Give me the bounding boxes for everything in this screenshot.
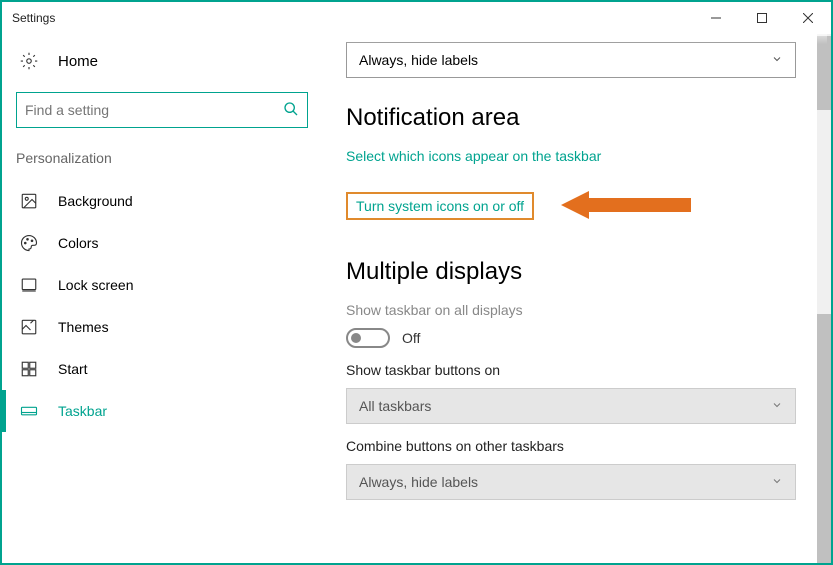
search-field[interactable] (25, 102, 283, 118)
multiple-displays-heading: Multiple displays (346, 258, 811, 286)
chevron-down-icon (771, 474, 783, 490)
main-panel: Always, hide labels Notification area Se… (322, 34, 831, 563)
home-button[interactable]: Home (12, 42, 312, 80)
sidebar-item-label: Taskbar (58, 403, 107, 419)
sidebar-item-label: Background (58, 193, 133, 209)
dropdown-value: Always, hide labels (359, 52, 478, 68)
scrollbar-thumb-bottom[interactable] (817, 314, 831, 563)
sidebar-item-taskbar[interactable]: Taskbar (2, 390, 312, 432)
combine-other-dropdown[interactable]: Always, hide labels (346, 464, 796, 500)
gear-icon (20, 52, 40, 70)
sidebar-item-background[interactable]: Background (2, 180, 312, 222)
turn-system-icons-link[interactable]: Turn system icons on or off (346, 192, 534, 220)
chevron-down-icon (771, 52, 783, 68)
chevron-down-icon (771, 398, 783, 414)
dropdown-value: Always, hide labels (359, 474, 478, 490)
arrow-annotation (561, 192, 691, 218)
scrollbar-thumb-top[interactable] (817, 36, 831, 110)
scroll-shadow (322, 34, 827, 44)
search-icon (283, 101, 299, 120)
select-icons-link[interactable]: Select which icons appear on the taskbar (346, 148, 601, 164)
minimize-button[interactable] (693, 2, 739, 34)
palette-icon (20, 234, 40, 252)
taskbar-icon (20, 402, 40, 420)
show-all-displays-label: Show taskbar on all displays (346, 302, 811, 318)
image-icon (20, 192, 40, 210)
top-combine-dropdown[interactable]: Always, hide labels (346, 42, 796, 78)
themes-icon (20, 318, 40, 336)
show-all-displays-toggle-row: Off (346, 328, 811, 348)
category-label: Personalization (12, 150, 312, 166)
window-title: Settings (12, 11, 55, 25)
window-controls (693, 2, 831, 34)
lock-screen-icon (20, 276, 40, 294)
toggle-knob (351, 333, 361, 343)
arrow-head (561, 191, 589, 219)
sidebar-item-label: Themes (58, 319, 109, 335)
start-icon (20, 360, 40, 378)
scrollbar[interactable] (817, 34, 831, 563)
home-label: Home (58, 53, 98, 70)
sidebar-item-themes[interactable]: Themes (2, 306, 312, 348)
show-buttons-on-dropdown[interactable]: All taskbars (346, 388, 796, 424)
sidebar-item-colors[interactable]: Colors (2, 222, 312, 264)
notification-area-heading: Notification area (346, 104, 811, 132)
sidebar: Home Personalization Background Colors (2, 34, 322, 563)
close-button[interactable] (785, 2, 831, 34)
arrow-shaft (589, 198, 691, 212)
show-all-displays-toggle[interactable] (346, 328, 390, 348)
sidebar-item-lock-screen[interactable]: Lock screen (2, 264, 312, 306)
sidebar-item-label: Start (58, 361, 88, 377)
combine-other-label: Combine buttons on other taskbars (346, 438, 811, 454)
show-buttons-on-label: Show taskbar buttons on (346, 362, 811, 378)
sidebar-item-label: Colors (58, 235, 98, 251)
sidebar-item-start[interactable]: Start (2, 348, 312, 390)
titlebar: Settings (2, 2, 831, 34)
sidebar-item-label: Lock screen (58, 277, 133, 293)
toggle-state-label: Off (402, 330, 420, 346)
search-input[interactable] (16, 92, 308, 128)
maximize-button[interactable] (739, 2, 785, 34)
dropdown-value: All taskbars (359, 398, 431, 414)
